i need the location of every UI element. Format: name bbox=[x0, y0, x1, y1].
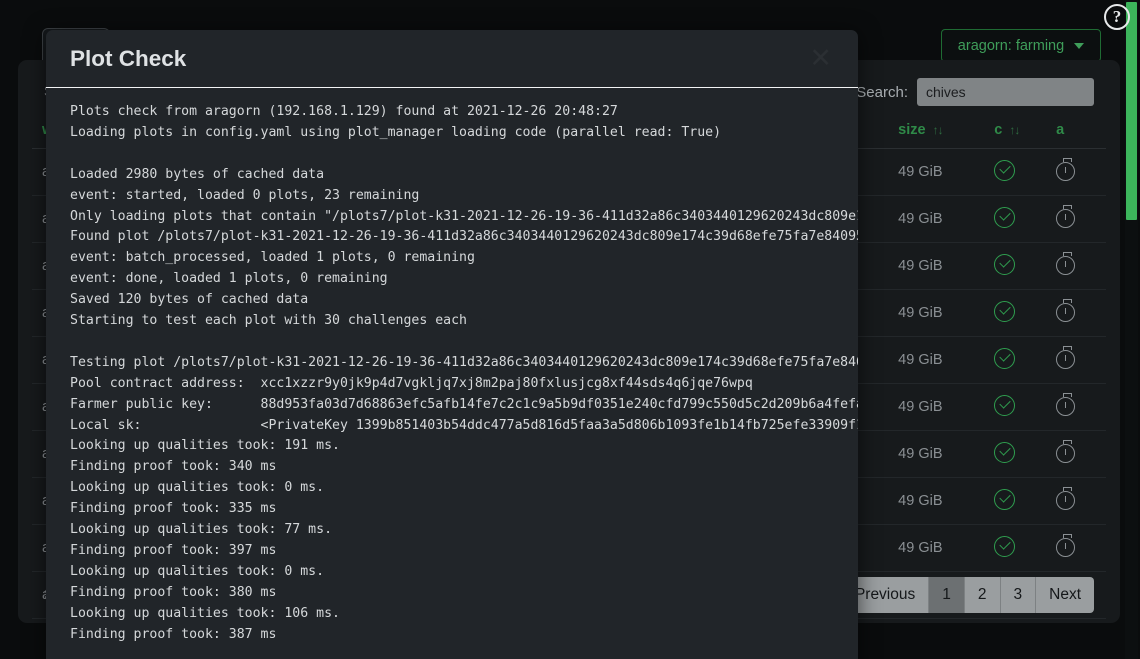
log-line: Saved 120 bytes of cached data bbox=[70, 292, 309, 308]
timer-icon[interactable] bbox=[1056, 346, 1076, 369]
farmer-select[interactable]: aragorn: farming bbox=[941, 29, 1101, 62]
log-line: Finding proof took: 397 ms bbox=[70, 543, 277, 558]
help-circle-icon[interactable]: ? bbox=[1104, 4, 1130, 30]
modal-body: Plots check from aragorn (192.168.1.129)… bbox=[46, 88, 858, 659]
cell-size: 49 GiB bbox=[888, 148, 985, 196]
timer-icon[interactable] bbox=[1056, 393, 1076, 416]
cell-action[interactable] bbox=[1046, 195, 1106, 243]
search-input[interactable] bbox=[917, 78, 1094, 106]
timer-icon[interactable] bbox=[1056, 440, 1076, 463]
check-circle-icon bbox=[994, 394, 1016, 416]
cell-check bbox=[984, 195, 1047, 243]
cell-size: 49 GiB bbox=[888, 383, 985, 431]
log-line: Loaded 2980 bytes of cached data bbox=[70, 166, 325, 182]
log-line: Looking up qualities took: 0 ms. bbox=[70, 480, 325, 496]
timer-icon[interactable] bbox=[1056, 534, 1076, 557]
log-line: Found plot /plots7/plot-k31-2021-12-26-1… bbox=[70, 229, 858, 245]
cell-action[interactable] bbox=[1046, 477, 1106, 525]
log-line: Local sk: <PrivateKey 1399b851403b54ddc4… bbox=[70, 417, 858, 433]
log-line: Finding proof took: 340 ms bbox=[70, 459, 277, 475]
page-scrollbar-thumb[interactable] bbox=[1126, 2, 1137, 220]
pagination-next[interactable]: Next bbox=[1036, 577, 1094, 613]
pagination-page-1[interactable]: 1 bbox=[929, 577, 965, 613]
log-line: Looking up qualities took: 191 ms. bbox=[70, 438, 340, 454]
cell-action[interactable] bbox=[1046, 383, 1106, 431]
cell-size: 49 GiB bbox=[888, 289, 985, 337]
check-circle-icon bbox=[994, 159, 1016, 181]
log-line: Starting to test each plot with 30 chall… bbox=[70, 313, 467, 329]
app-window: aragorn: farming Show Search: bbox=[0, 0, 1140, 659]
check-circle-icon bbox=[994, 441, 1016, 463]
plot-check-modal: Plot Check ✕ Plots check from aragorn (1… bbox=[46, 30, 858, 659]
sort-updown-icon[interactable]: ↑↓ bbox=[933, 123, 944, 137]
log-line: Pool contract address: xcc1xzzr9y0jk9p4d… bbox=[70, 375, 753, 391]
cell-action[interactable] bbox=[1046, 289, 1106, 337]
cell-action[interactable] bbox=[1046, 148, 1106, 196]
pagination-page-3[interactable]: 3 bbox=[1000, 577, 1037, 613]
cell-size: 49 GiB bbox=[888, 242, 985, 290]
log-line: Finding proof took: 387 ms bbox=[70, 626, 277, 642]
log-line: Looking up qualities took: 0 ms. bbox=[70, 563, 325, 579]
log-line: event: done, loaded 1 plots, 0 remaining bbox=[70, 271, 388, 287]
cell-check bbox=[984, 289, 1047, 337]
cell-action[interactable] bbox=[1046, 242, 1106, 290]
timer-icon[interactable] bbox=[1056, 487, 1076, 510]
log-line: event: started, loaded 0 plots, 23 remai… bbox=[70, 187, 420, 203]
timer-icon[interactable] bbox=[1056, 252, 1076, 275]
check-circle-icon bbox=[994, 488, 1016, 510]
cell-check bbox=[984, 242, 1047, 290]
cell-size: 49 GiB bbox=[888, 430, 985, 478]
column-header-c[interactable]: c ↑↓ bbox=[984, 116, 1047, 149]
cell-check bbox=[984, 430, 1047, 478]
cell-check bbox=[984, 524, 1047, 572]
cell-check bbox=[984, 477, 1047, 525]
farmer-select-label: aragorn: farming bbox=[957, 37, 1065, 54]
plot-check-log: Plots check from aragorn (192.168.1.129)… bbox=[70, 102, 858, 646]
timer-icon[interactable] bbox=[1056, 205, 1076, 228]
cell-size: 49 GiB bbox=[888, 477, 985, 525]
timer-icon[interactable] bbox=[1056, 299, 1076, 322]
sort-updown-icon[interactable]: ↑↓ bbox=[1009, 123, 1020, 137]
close-icon[interactable]: ✕ bbox=[809, 45, 832, 72]
search-group: Search: bbox=[856, 78, 1094, 106]
check-circle-icon bbox=[994, 300, 1016, 322]
pagination-page-2[interactable]: 2 bbox=[964, 577, 1001, 613]
cell-action[interactable] bbox=[1046, 524, 1106, 572]
timer-icon[interactable] bbox=[1056, 158, 1076, 181]
cell-check bbox=[984, 383, 1047, 431]
check-circle-icon bbox=[994, 535, 1016, 557]
cell-check bbox=[984, 336, 1047, 384]
log-line: Looking up qualities took: 106 ms. bbox=[70, 605, 340, 621]
log-line: Finding proof took: 335 ms bbox=[70, 501, 277, 517]
log-line: event: batch_processed, loaded 1 plots, … bbox=[70, 250, 475, 266]
page-scrollbar[interactable] bbox=[1125, 0, 1138, 659]
log-line: Looking up qualities took: 77 ms. bbox=[70, 522, 333, 538]
log-line: Finding proof took: 380 ms bbox=[70, 584, 277, 600]
cell-size: 49 GiB bbox=[888, 336, 985, 384]
check-circle-icon bbox=[994, 253, 1016, 275]
chevron-down-icon bbox=[1074, 42, 1085, 49]
check-circle-icon bbox=[994, 206, 1016, 228]
search-label: Search: bbox=[856, 83, 908, 101]
cell-size: 49 GiB bbox=[888, 524, 985, 572]
cell-check bbox=[984, 148, 1047, 196]
log-line: Testing plot /plots7/plot-k31-2021-12-26… bbox=[70, 354, 858, 370]
modal-title: Plot Check bbox=[70, 45, 187, 71]
check-circle-icon bbox=[994, 347, 1016, 369]
column-header-a[interactable]: a bbox=[1046, 116, 1106, 149]
pagination: Previous 1 2 3 Next bbox=[841, 577, 1094, 613]
log-line: Farmer public key: 88d953fa03d7d68863efc… bbox=[70, 396, 858, 412]
cell-action[interactable] bbox=[1046, 336, 1106, 384]
log-line: Only loading plots that contain "/plots7… bbox=[70, 208, 858, 224]
cell-size: 49 GiB bbox=[888, 195, 985, 243]
log-line: Plots check from aragorn (192.168.1.129)… bbox=[70, 104, 618, 119]
modal-header: Plot Check ✕ bbox=[46, 30, 858, 88]
column-header-size[interactable]: size ↑↓ bbox=[888, 116, 985, 149]
cell-action[interactable] bbox=[1046, 430, 1106, 478]
log-line: Loading plots in config.yaml using plot_… bbox=[70, 124, 722, 140]
